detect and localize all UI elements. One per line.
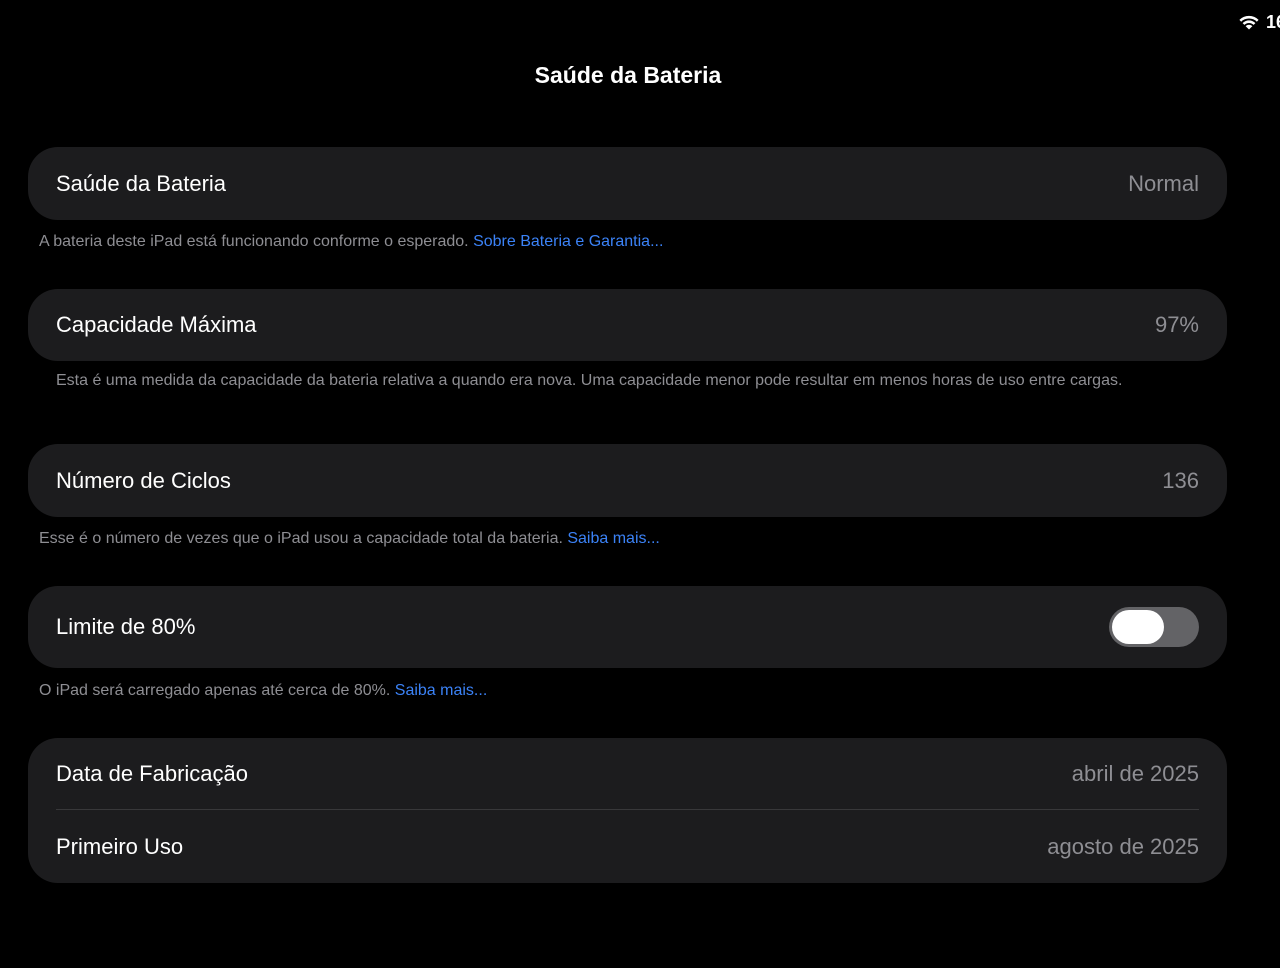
manufacture-date-label: Data de Fabricação [56,761,248,786]
manufacture-date-value: abril de 2025 [1071,761,1199,786]
limit-80-footer: O iPad será carregado apenas até cerca d… [39,681,487,701]
cycle-count-footer-text: Esse é o número de vezes que o iPad usou… [39,530,563,547]
max-capacity-value: 97% [1154,312,1199,337]
first-use-row: Primeiro Uso agosto de 2025 [28,810,1227,883]
max-capacity-label: Capacidade Máxima [56,312,257,337]
status-bar: 16 [1238,10,1280,34]
first-use-label: Primeiro Uso [56,833,184,859]
status-time: 16 [1266,11,1280,32]
battery-health-footer: A bateria deste iPad está funcionando co… [39,232,663,252]
max-capacity-footer-text: Esta é uma medida da capacidade da bater… [56,372,1123,389]
battery-health-footer-text: A bateria deste iPad está funcionando co… [39,233,469,250]
battery-warranty-link[interactable]: Sobre Bateria e Garantia... [473,233,663,250]
cycle-count-footer: Esse é o número de vezes que o iPad usou… [39,529,660,549]
cycle-learn-more-link[interactable]: Saiba mais... [567,530,659,547]
manufacture-date-row: Data de Fabricação abril de 2025 [28,738,1227,810]
battery-health-label: Saúde da Bateria [56,170,227,196]
page-title: Saúde da Bateria [534,62,722,88]
first-use-value: agosto de 2025 [1047,833,1199,859]
toggle-knob [1112,610,1164,644]
cycle-count-row[interactable]: Número de Ciclos 136 [28,444,1227,517]
limit-80-footer-text: O iPad será carregado apenas até cerca d… [39,682,391,699]
cycle-count-label: Número de Ciclos [56,467,231,493]
limit-80-label: Limite de 80% [56,614,196,639]
cycle-count-value: 136 [1162,467,1199,493]
dates-card: Data de Fabricação abril de 2025 Primeir… [28,738,1227,883]
limit-learn-more-link[interactable]: Saiba mais... [395,682,487,699]
max-capacity-footer: Esta é uma medida da capacidade da bater… [56,371,1166,391]
limit-80-toggle[interactable] [1109,607,1199,647]
battery-health-card: Saúde da Bateria Normal [28,147,1227,220]
max-capacity-row[interactable]: Capacidade Máxima 97% [28,289,1227,361]
max-capacity-card: Capacidade Máxima 97% [28,289,1227,361]
battery-health-screen: 16 Saúde da Bateria Saúde da Bateria Nor… [0,0,1280,968]
battery-health-value: Normal [1128,170,1199,196]
battery-health-row[interactable]: Saúde da Bateria Normal [28,147,1227,220]
limit-80-card: Limite de 80% [28,586,1227,668]
wifi-icon [1239,15,1259,30]
cycle-count-card: Número de Ciclos 136 [28,444,1227,517]
limit-80-row: Limite de 80% [28,586,1227,668]
